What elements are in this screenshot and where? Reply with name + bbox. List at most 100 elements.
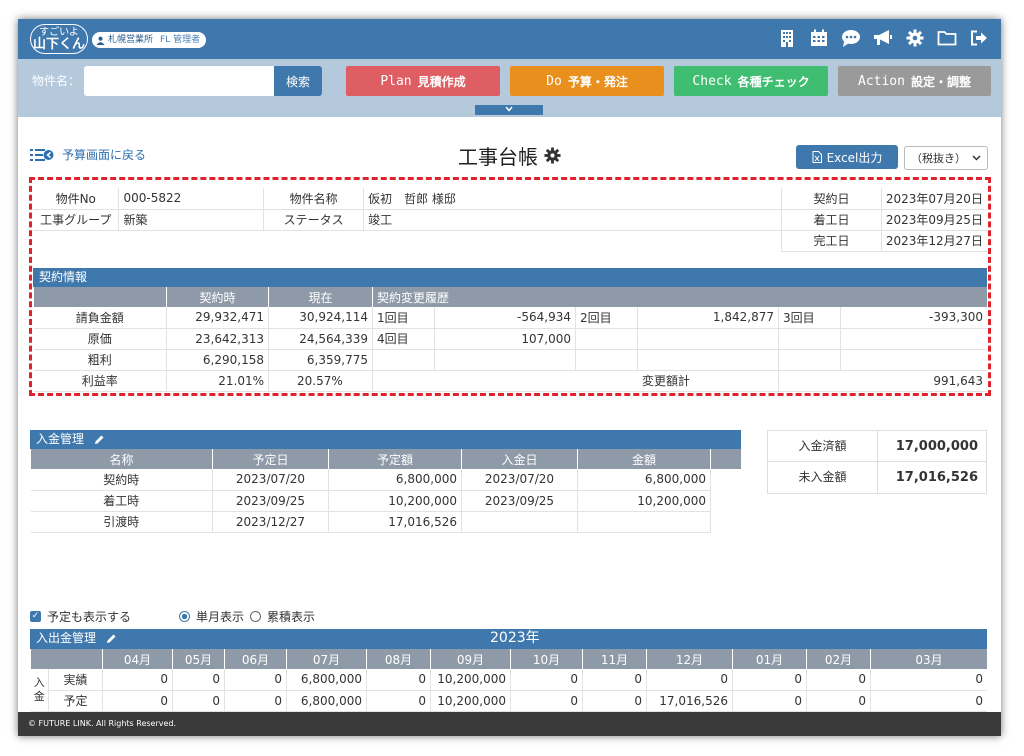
planned-date: 2023/09/25 [212,490,329,512]
cashflow-cell: 6,800,000 [286,669,367,691]
month-header: 05月 [172,649,225,669]
table-row: 着工時 2023/09/25 10,200,000 2023/09/25 10,… [30,490,741,512]
plan-label: 見積作成 [417,74,466,89]
cashflow-cell: 17,016,526 [646,690,733,712]
calendar-icon[interactable] [809,28,829,48]
planned-date: 2023/07/20 [212,469,329,491]
cashflow-cell: 0 [646,669,733,691]
cashflow-cell: 0 [806,690,871,712]
month-header: 09月 [430,649,511,669]
received-date [461,511,578,533]
cashflow-cell: 10,200,000 [430,669,511,691]
do-phase-button[interactable]: Do 予算・発注 [510,66,664,96]
cashflow-cell: 0 [732,669,807,691]
chat-icon[interactable] [841,28,861,48]
unreceived-total-value: 17,016,526 [895,470,978,485]
month-header: 04月 [102,649,173,669]
planned-amount: 10,200,000 [328,490,462,512]
show-planned-checkbox[interactable]: ✓ [30,611,41,622]
tax-mode-select[interactable]: （税抜き） [904,146,988,170]
logout-icon[interactable] [969,28,989,48]
planned-amount: 17,016,526 [328,511,462,533]
cumulative-radio[interactable] [250,611,262,622]
table-row: 契約時 2023/07/20 6,800,000 2023/07/20 6,80… [30,469,741,491]
payment-section: 入金管理 名称 予定日 予定額 入金日 金額 契約時 2023/07/20 6,… [30,430,741,533]
office-name: 札幌営業所 [108,35,154,45]
table-row: 引渡時 2023/12/27 17,016,526 [30,511,741,533]
payment-section-title: 入金管理 [36,432,85,446]
page-title: 工事台帳 [458,141,561,170]
do-label: 予算・発注 [567,74,628,89]
search-button[interactable]: 検索 [274,66,322,96]
month-header: 12月 [646,649,733,669]
received-amount: 6,800,000 [577,469,711,491]
footer: © FUTURE LINK. All Rights Reserved. [18,712,1001,736]
top-bar: すごいよ 山下くん 札幌営業所 FL 管理者 [18,19,1001,59]
building-icon[interactable] [777,28,797,48]
planned-date: 2023/12/27 [212,511,329,533]
monthly-radio[interactable] [179,611,191,622]
cashflow-row-label: 実績 [48,669,103,691]
received-total-value: 17,000,000 [895,439,978,454]
payment-name: 契約時 [30,469,213,491]
received-amount: 10,200,000 [577,490,711,512]
display-options: ✓ 予定も表示する 単月表示 累積表示 [30,608,315,625]
do-key: Do [546,73,562,89]
action-key: Action [858,73,905,89]
cashflow-cell: 0 [366,669,431,691]
month-header: 03月 [870,649,987,669]
received-date: 2023/09/25 [461,490,578,512]
gear-icon[interactable] [905,28,925,48]
folder-icon[interactable] [937,28,957,48]
plan-phase-button[interactable]: Plan 見積作成 [346,66,500,96]
month-header: 08月 [366,649,431,669]
logo-line2: 山下くん [32,37,85,52]
month-header: 01月 [732,649,807,669]
cashflow-cell: 0 [224,690,287,712]
cashflow-section-header: 入出金管理 2023年 [30,629,987,649]
month-header: 07月 [286,649,367,669]
col-planned-amount: 予定額 [328,449,462,469]
cashflow-section: 入出金管理 2023年 04月 05月 06月 07月 08月 09月 10月 11月 12月 0… [30,629,987,712]
app-window: すごいよ 山下くん 札幌営業所 FL 管理者 物件名： 検索 Plan 見積作成… [18,19,1001,736]
cumulative-label: 累積表示 [267,610,316,624]
cashflow-group-label: 入金 [30,669,49,712]
payment-summary: 入金済額 17,000,000 未入金額 17,016,526 [767,430,987,494]
back-list-icon [30,148,54,161]
cashflow-cell: 0 [172,669,225,691]
received-date: 2023/07/20 [461,469,578,491]
month-header: 06月 [224,649,287,669]
cashflow-cell: 0 [806,669,871,691]
cashflow-section-title: 入出金管理 [36,631,97,645]
app-logo[interactable]: すごいよ 山下くん [30,24,88,54]
cashflow-year: 2023年 [490,630,540,646]
user-chip[interactable]: 札幌営業所 FL 管理者 [92,32,207,48]
property-search-input[interactable] [84,66,274,96]
col-amount: 金額 [577,449,711,469]
back-to-budget-link[interactable]: 予算画面に戻る [30,146,146,163]
unreceived-total-label: 未入金額 [768,462,878,493]
cashflow-cell: 0 [510,669,583,691]
action-phase-button[interactable]: Action 設定・調整 [838,66,991,96]
cashflow-cell: 10,200,000 [430,690,511,712]
property-search-label: 物件名： [32,74,81,88]
gear-icon[interactable] [544,147,561,164]
user-role: FL 管理者 [160,35,201,45]
toolbar-collapse-toggle[interactable] [475,105,543,115]
pencil-icon[interactable] [106,633,117,644]
received-total-label: 入金済額 [768,431,878,461]
cashflow-table: 04月 05月 06月 07月 08月 09月 10月 11月 12月 01月 02月 03月 入金 … [30,649,987,712]
pencil-icon[interactable] [94,434,105,445]
megaphone-icon[interactable] [873,28,893,48]
toolbar: 物件名： 検索 Plan 見積作成 Do 予算・発注 Check 各種チェック … [18,59,1001,117]
back-label: 予算画面に戻る [62,148,147,162]
top-icon-group [777,28,989,48]
excel-export-button[interactable]: Excel出力 [796,145,898,169]
cashflow-cell: 0 [510,690,583,712]
col-received-date: 入金日 [461,449,578,469]
excel-file-icon [812,151,822,163]
month-header: 10月 [510,649,583,669]
payment-name: 引渡時 [30,511,213,533]
cashflow-cell: 0 [582,690,647,712]
check-phase-button[interactable]: Check 各種チェック [674,66,828,96]
